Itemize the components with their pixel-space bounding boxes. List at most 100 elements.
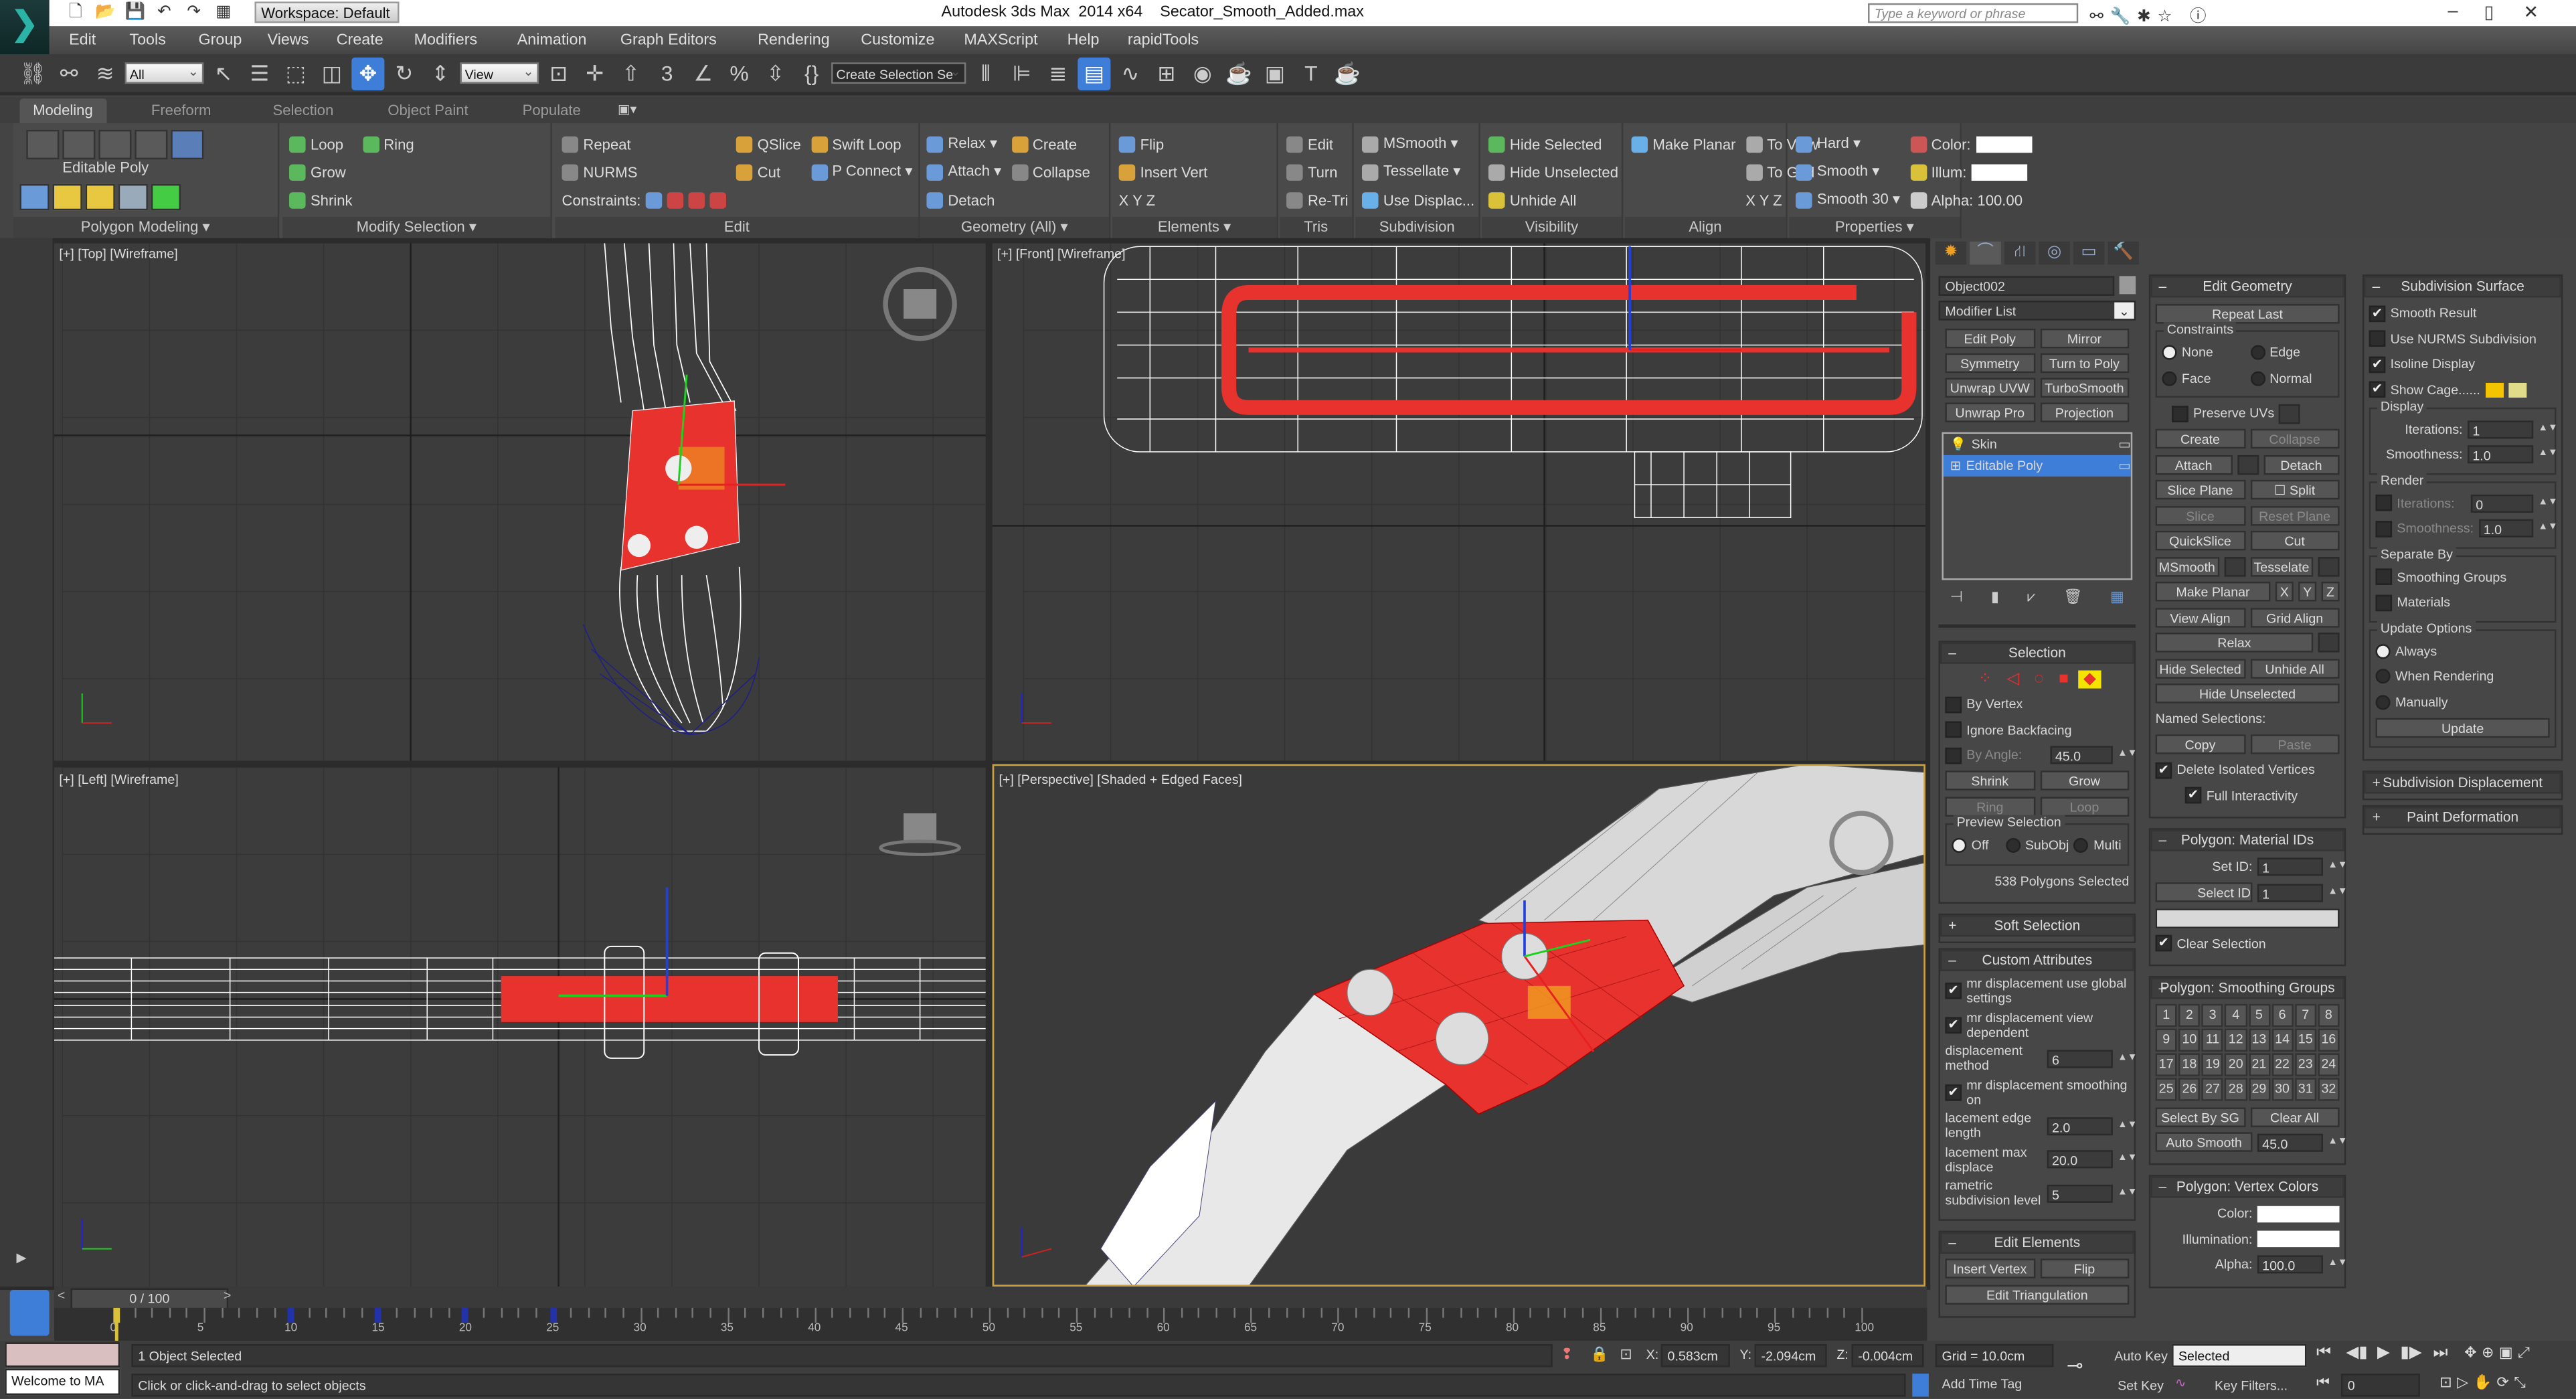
spinner-arrows-icon[interactable]: ▲▼ xyxy=(2328,1136,2347,1146)
key-mode-dropdown[interactable]: Selected xyxy=(2172,1343,2307,1368)
go-to-start-icon[interactable]: ⏮ xyxy=(2316,1344,2331,1362)
smoothing-group-32[interactable]: 32 xyxy=(2318,1078,2340,1101)
rollout-header-subdivision-surface[interactable]: – Subdivision Surface xyxy=(2364,276,2561,298)
smoothing-group-28[interactable]: 28 xyxy=(2225,1078,2247,1101)
smoothness-spinner[interactable]: 1.0 xyxy=(2478,519,2534,538)
shrink-button[interactable]: Shrink xyxy=(1945,770,2035,791)
rollout-header-subdivision-displacement[interactable]: + Subdivision Displacement xyxy=(2364,771,2561,793)
spinner-arrows-icon[interactable]: ▲▼ xyxy=(2539,448,2558,459)
attach-settings-button[interactable] xyxy=(2237,454,2259,475)
select-by-sg-button[interactable]: Select By SG xyxy=(2155,1106,2245,1127)
modifier-button-unwrap-pro[interactable]: Unwrap Pro xyxy=(1945,402,2035,422)
maxscript-mini-listener-pink[interactable] xyxy=(5,1342,120,1368)
x-coordinate-field[interactable]: 0.583cm xyxy=(1660,1343,1730,1368)
spinner-arrows-icon[interactable]: ▲▼ xyxy=(2118,1153,2137,1163)
keyframe-marker[interactable] xyxy=(462,1307,469,1323)
stack-item-editable-poly[interactable]: ⊞ Editable Poly ▭ xyxy=(1943,454,2131,476)
time-tag-icon[interactable] xyxy=(1912,1374,1929,1397)
flip-button[interactable]: Flip xyxy=(2039,1258,2130,1279)
spinner-arrows-icon[interactable]: ▲▼ xyxy=(2118,749,2137,759)
maxscript-mini-listener[interactable]: Welcome to MA xyxy=(5,1368,120,1396)
y-coordinate-field[interactable]: -2.094cm xyxy=(1754,1343,1827,1368)
collapse-icon[interactable]: – xyxy=(2159,831,2167,849)
by-vertex-checkbox[interactable] xyxy=(1945,695,1962,713)
clear-selection-checkbox[interactable]: ✔ xyxy=(2155,934,2172,952)
rollout-header-custom-attributes[interactable]: – Custom Attributes xyxy=(1940,949,2134,971)
viewport-label-perspective[interactable]: [+] [Perspective] [Shaded + Edged Faces] xyxy=(999,772,1242,787)
paste-button[interactable]: Paste xyxy=(2249,734,2340,754)
selection-lock-icon[interactable]: 🔒 xyxy=(1590,1345,1609,1364)
smoothing-group-4[interactable]: 4 xyxy=(2225,1003,2247,1027)
keyframe-marker[interactable] xyxy=(375,1307,382,1323)
lacement-max-displace-spinner[interactable]: 20.0 xyxy=(2047,1150,2113,1169)
expand-icon[interactable]: + xyxy=(2373,807,2381,825)
modifier-button-symmetry[interactable]: Symmetry xyxy=(1945,352,2035,372)
smoothing-group-14[interactable]: 14 xyxy=(2271,1028,2294,1052)
displacement-method-spinner[interactable]: 6 xyxy=(2047,1049,2113,1068)
play-icon[interactable]: ▶ xyxy=(2377,1344,2390,1362)
isolate-selection-icon[interactable]: ❢ xyxy=(1561,1345,1573,1364)
edge-selection-icon[interactable]: ◁ xyxy=(2002,669,2025,687)
preserve-uvs-checkbox[interactable] xyxy=(2172,405,2188,422)
ring-button[interactable]: Ring xyxy=(1945,796,2035,816)
go-to-end-icon[interactable]: ⏭ xyxy=(2433,1344,2448,1362)
tesselate-button[interactable]: Tesselate xyxy=(2249,556,2314,576)
rollout-header-polygon-vertex-colors[interactable]: – Polygon: Vertex Colors xyxy=(2150,1176,2344,1198)
next-frame-icon[interactable]: ▮▶ xyxy=(2400,1344,2421,1362)
border-selection-icon[interactable]: ◌ xyxy=(2029,669,2049,687)
smoothing-group-1[interactable]: 1 xyxy=(2155,1003,2177,1027)
utilities-icon[interactable]: 🔨 xyxy=(2108,241,2140,265)
modifier-button-turbosmooth[interactable]: TurboSmooth xyxy=(2039,377,2130,397)
viewport-perspective[interactable] xyxy=(992,764,1925,1287)
smoothing-group-20[interactable]: 20 xyxy=(2225,1053,2247,1076)
modifier-button-turn-to-poly[interactable]: Turn to Poly xyxy=(2039,352,2130,372)
maximize-icon[interactable]: ▯ xyxy=(2484,1,2494,23)
view-align-button[interactable]: View Align xyxy=(2155,607,2245,627)
auto-key-button[interactable]: Auto Key xyxy=(2114,1349,2168,1364)
rollout-header-paint-deformation[interactable]: + Paint Deformation xyxy=(2364,806,2561,827)
smoothing-group-22[interactable]: 22 xyxy=(2271,1053,2294,1076)
smoothing-group-29[interactable]: 29 xyxy=(2248,1078,2270,1101)
make-planar-button[interactable]: Make Planar xyxy=(2155,581,2271,602)
smoothing-group-7[interactable]: 7 xyxy=(2294,1003,2316,1027)
remove-modifier-icon[interactable]: 🗑 xyxy=(2063,588,2082,606)
minimize-icon[interactable]: – xyxy=(2448,1,2458,21)
edge-radio[interactable] xyxy=(2249,345,2265,360)
time-slider-next-icon[interactable]: > xyxy=(224,1289,231,1303)
spinner-arrows-icon[interactable]: ▲▼ xyxy=(2118,1187,2137,1198)
manually-radio[interactable] xyxy=(2375,694,2391,710)
track-bar[interactable]: 0 5 10 15 20 25 30 35 40 45 50 55 60 65 70 75 80 85 90 95 10… xyxy=(54,1307,1927,1341)
previous-frame-icon[interactable]: ◀▮ xyxy=(2346,1344,2367,1362)
split-button[interactable]: ☐ Split xyxy=(2249,479,2340,500)
rollout-header-selection[interactable]: – Selection xyxy=(1940,641,2134,663)
by-angle-checkbox[interactable] xyxy=(1945,746,1962,764)
by-angle-spinner[interactable]: 45.0 xyxy=(2050,746,2113,764)
unhide-all-button[interactable]: Unhide All xyxy=(2249,658,2340,678)
rametric-subdivision-level-spinner[interactable]: 5 xyxy=(2047,1183,2113,1202)
key-mode-toggle-icon[interactable]: ⏮ xyxy=(2316,1374,2330,1392)
spinner-arrows-icon[interactable]: ▲▼ xyxy=(2118,1120,2137,1130)
z-button[interactable]: Z xyxy=(2321,581,2340,602)
face-radio[interactable] xyxy=(2162,370,2177,386)
smoothing-group-23[interactable]: 23 xyxy=(2294,1053,2316,1076)
color-color-swatch[interactable] xyxy=(2257,1205,2340,1222)
iterations-checkbox[interactable] xyxy=(2375,494,2393,511)
always-radio[interactable] xyxy=(2375,643,2391,659)
viewport-top[interactable] xyxy=(54,243,994,761)
smoothing-group-17[interactable]: 17 xyxy=(2155,1053,2177,1076)
smoothing-group-3[interactable]: 3 xyxy=(2201,1003,2224,1027)
cut-button[interactable]: Cut xyxy=(2249,530,2340,551)
select-id-button[interactable]: Select ID xyxy=(2155,882,2253,902)
normal-radio[interactable] xyxy=(2249,370,2265,386)
collapse-icon[interactable]: – xyxy=(1948,643,1956,661)
repeat-last-button[interactable]: Repeat Last xyxy=(2155,303,2340,323)
spinner-arrows-icon[interactable]: ▲▼ xyxy=(2328,861,2347,871)
add-time-tag[interactable]: Add Time Tag xyxy=(1942,1377,2022,1392)
quickslice-button[interactable]: QuickSlice xyxy=(2155,530,2245,551)
collapse-icon[interactable]: – xyxy=(2159,979,2167,997)
smoothing-group-18[interactable]: 18 xyxy=(2178,1053,2201,1076)
time-slider-prev-icon[interactable]: < xyxy=(58,1289,65,1303)
clear-all-button[interactable]: Clear All xyxy=(2249,1106,2340,1127)
slice-button[interactable]: Slice xyxy=(2155,505,2245,525)
grow-button[interactable]: Grow xyxy=(2039,770,2130,791)
